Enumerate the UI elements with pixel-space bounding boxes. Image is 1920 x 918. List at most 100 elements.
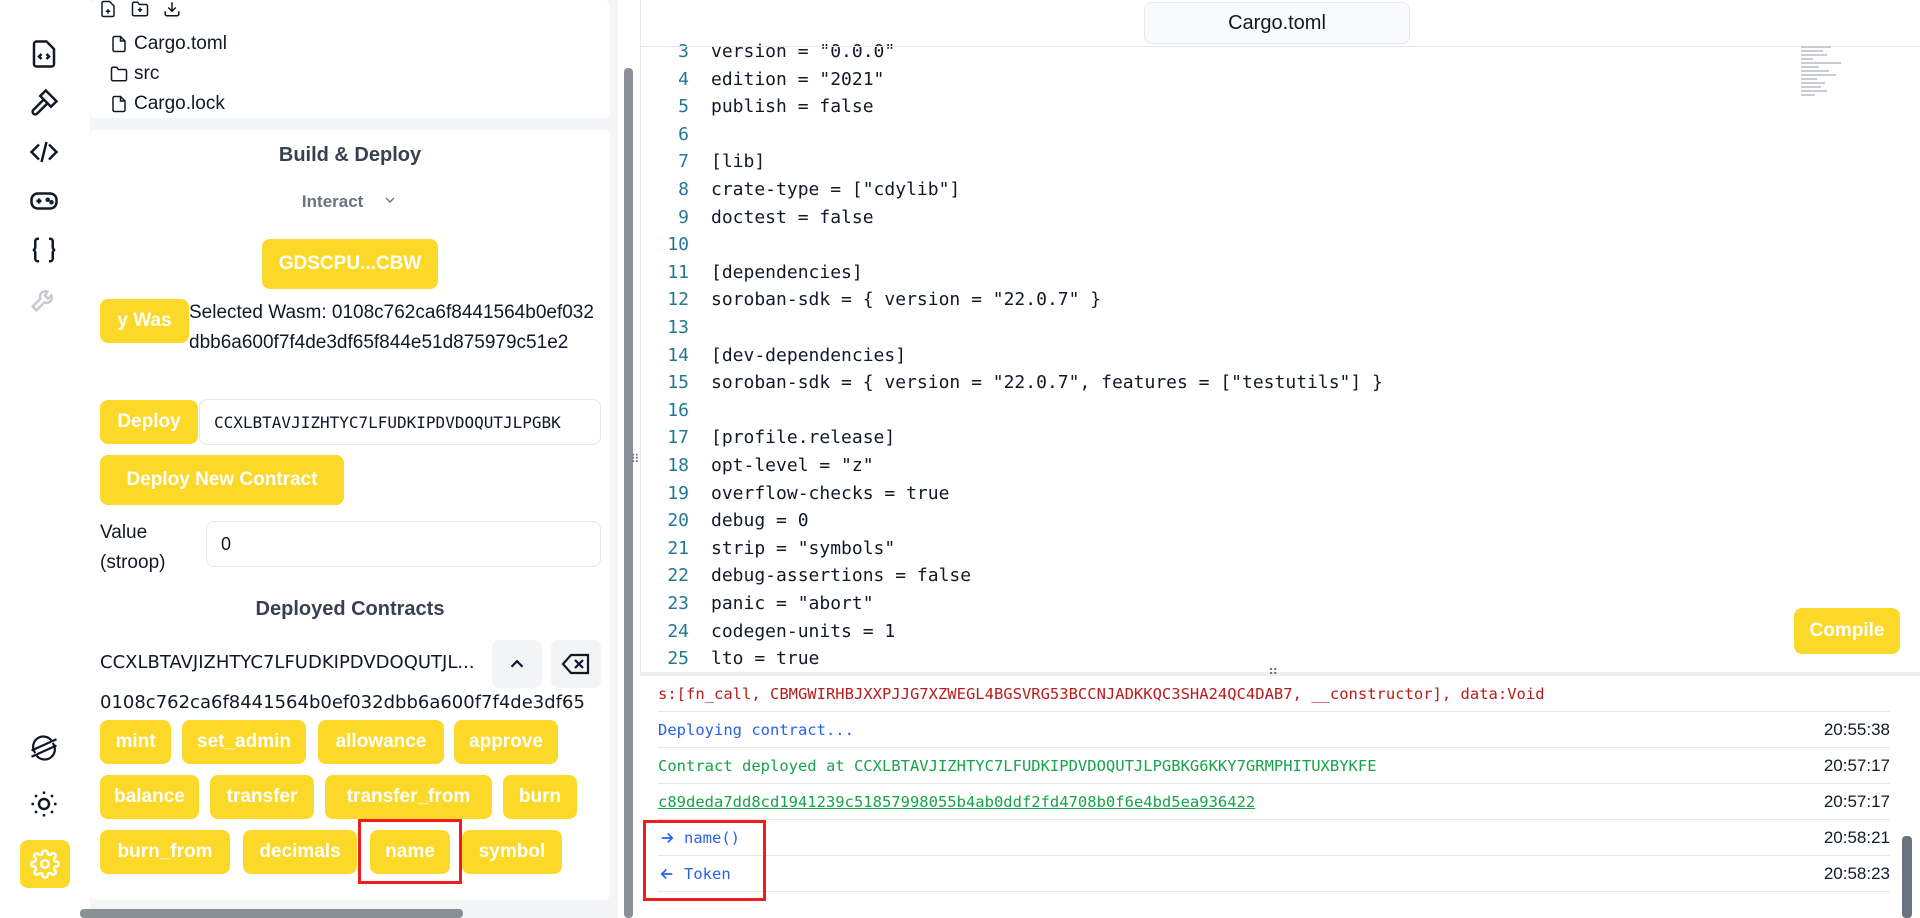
line-number: 13 <box>667 317 689 338</box>
select-wasm-button[interactable]: y Was <box>100 299 189 343</box>
chevron-down-icon <box>382 192 398 213</box>
console-timestamp: 20:58:21 <box>1823 827 1890 847</box>
line-text: debug = 0 <box>711 510 809 532</box>
line-number: 6 <box>678 123 689 145</box>
line-text: version = "0.0.0" <box>711 41 896 62</box>
line-text: crate-type = ["cdylib"] <box>711 179 961 200</box>
transaction-hash-link[interactable]: c89deda7dd8cd1941239c51857998055b4ab0ddf… <box>658 793 1770 811</box>
new-file-icon[interactable] <box>98 0 118 18</box>
console-timestamp: 20:58:23 <box>1823 863 1890 883</box>
fn-decimals-button[interactable]: decimals <box>243 830 357 874</box>
code-line: 13 <box>641 314 711 341</box>
tree-item-src[interactable]: src <box>110 61 159 87</box>
code-line: 16 <box>641 397 711 424</box>
file-code-icon[interactable] <box>26 36 62 72</box>
collapse-button[interactable] <box>492 640 542 688</box>
selected-wasm-text: Selected Wasm: 0108c762ca6f8441564b0ef03… <box>189 302 594 353</box>
line-text: [lib] <box>711 151 766 173</box>
line-number: 9 <box>678 206 689 228</box>
file-explorer: Cargo.toml src Cargo.lock <box>90 0 610 118</box>
line-number: 20 <box>667 510 689 532</box>
console-log-row: Deploying contract... 20:55:38 <box>658 712 1890 748</box>
value-input[interactable]: 0 <box>206 521 601 567</box>
fn-set-admin-button[interactable]: set_admin <box>182 720 306 764</box>
console-log-row: c89deda7dd8cd1941239c51857998055b4ab0ddf… <box>658 784 1890 820</box>
fn-burn-button[interactable]: burn <box>503 775 577 819</box>
line-number: 12 <box>667 289 689 311</box>
stellar-logo-icon <box>26 730 62 766</box>
line-number: 15 <box>667 372 689 394</box>
fn-name-button[interactable]: name <box>370 830 450 874</box>
line-text: strip = "symbols" <box>711 537 896 559</box>
code-line: 23 panic = "abort" <box>641 590 873 617</box>
console-scrollbar[interactable] <box>1902 836 1912 918</box>
remove-contract-button[interactable] <box>551 640 601 688</box>
code-line: 25 lto = true <box>641 645 819 672</box>
new-folder-icon[interactable] <box>130 0 150 18</box>
code-line: 19 overflow-checks = true <box>641 480 949 507</box>
panel-resize-handle[interactable]: ⠿ <box>630 452 640 468</box>
console-message: Token <box>684 864 731 883</box>
line-number: 7 <box>678 151 689 173</box>
contract-address-input[interactable]: CCXLBTAVJIZHTYC7LFUDKIPDVDOQUTJLPGBK <box>199 399 601 445</box>
line-number: 16 <box>667 399 689 421</box>
code-line: 21 strip = "symbols" <box>641 535 895 562</box>
delete-icon <box>561 653 590 675</box>
line-number: 21 <box>667 537 689 559</box>
tree-item-cargo-toml[interactable]: Cargo.toml <box>110 31 227 57</box>
deploy-button[interactable]: Deploy <box>100 400 198 444</box>
line-number: 11 <box>667 261 689 283</box>
wrench-icon[interactable] <box>26 281 62 317</box>
fn-symbol-button[interactable]: symbol <box>462 830 562 874</box>
code-line: 15 soroban-sdk = { version = "22.0.7", fe… <box>641 369 1383 396</box>
file-icon <box>112 35 126 53</box>
minimap[interactable] <box>1801 46 1861 106</box>
download-icon[interactable] <box>162 0 182 18</box>
line-number: 8 <box>678 179 689 200</box>
settings-gear-icon[interactable] <box>20 840 70 888</box>
fn-transfer-button[interactable]: transfer <box>210 775 314 819</box>
line-number: 3 <box>678 41 689 62</box>
line-text: opt-level = "z" <box>711 455 874 476</box>
code-line: 5 publish = false <box>641 93 873 120</box>
activity-bar <box>0 0 90 918</box>
braces-icon[interactable] <box>26 232 62 268</box>
code-area[interactable]: 3 version = "0.0.0" 4 edition = "2021" 5 publ… <box>641 38 1881 672</box>
tree-item-cargo-lock[interactable]: Cargo.lock <box>110 91 225 117</box>
console-log-row: name() 20:58:21 <box>658 820 1890 856</box>
tree-item-label: Cargo.lock <box>134 93 225 114</box>
deployed-contract-address: CCXLBTAVJIZHTYC7LFUDKIPDVDOQUTJL... <box>100 652 475 673</box>
deploy-new-contract-button[interactable]: Deploy New Contract <box>100 455 344 505</box>
sidebar: Cargo.toml src Cargo.lock Build & Deploy… <box>90 0 618 918</box>
sidebar-vertical-scrollbar[interactable] <box>624 68 633 918</box>
code-line: 24 codegen-units = 1 <box>641 618 895 645</box>
line-text: doctest = false <box>711 206 874 228</box>
compile-button[interactable]: Compile <box>1794 608 1900 654</box>
panel-title: Build & Deploy <box>278 144 422 166</box>
code-line: 14 [dev-dependencies] <box>641 342 906 369</box>
console-message: Deploying contract... <box>658 720 854 739</box>
mode-dropdown[interactable]: Interact <box>90 192 610 213</box>
fn-mint-button[interactable]: mint <box>100 720 171 764</box>
line-number: 18 <box>667 455 689 476</box>
line-number: 4 <box>678 68 689 90</box>
code-line: 10 <box>641 231 711 258</box>
console-message: s:[fn_call, CBMGWIRHBJXXPJJG7XZWEGL4BGSV… <box>658 684 1545 703</box>
sidebar-horizontal-scrollbar[interactable] <box>80 909 463 918</box>
fn-approve-button[interactable]: approve <box>454 720 558 764</box>
theme-sun-icon[interactable] <box>26 786 62 822</box>
fn-allowance-button[interactable]: allowance <box>318 720 444 764</box>
fn-balance-button[interactable]: balance <box>100 775 199 819</box>
code-icon[interactable] <box>26 134 62 170</box>
code-line: 22 debug-assertions = false <box>641 562 971 589</box>
account-button[interactable]: GDSCPU...CBW <box>262 239 438 289</box>
arrow-left-icon <box>658 865 684 883</box>
gamepad-icon[interactable] <box>26 183 62 219</box>
tab-divider <box>641 46 1920 47</box>
fn-burn-from-button[interactable]: burn_from <box>100 830 230 874</box>
hammer-icon[interactable] <box>26 85 62 121</box>
value-label: Value (stroop) <box>100 522 166 573</box>
fn-transfer-from-button[interactable]: transfer_from <box>325 775 492 819</box>
line-text: debug-assertions = false <box>711 565 972 587</box>
code-line: 7 [lib] <box>641 148 765 175</box>
